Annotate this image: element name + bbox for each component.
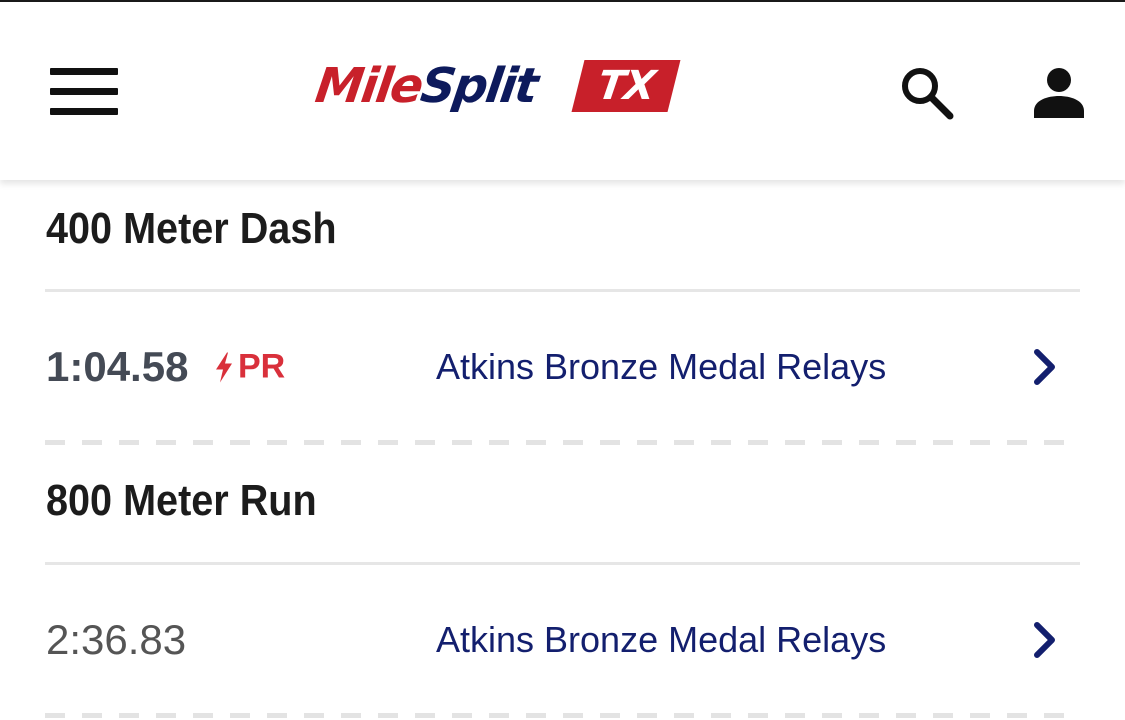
- menu-bar: [50, 88, 118, 95]
- result-row[interactable]: 2:36.83 Atkins Bronze Medal Relays: [0, 565, 1125, 715]
- lightning-bolt-icon: [216, 352, 232, 382]
- account-button[interactable]: [1030, 66, 1088, 120]
- search-button[interactable]: [898, 64, 956, 122]
- event-title: 400 Meter Dash: [46, 204, 337, 253]
- search-icon: [902, 68, 954, 120]
- chevron-right-icon: [1034, 349, 1055, 385]
- logo-state-badge: TX: [571, 60, 681, 112]
- menu-bar: [50, 108, 118, 115]
- meet-link[interactable]: Atkins Bronze Medal Relays: [436, 346, 886, 388]
- menu-bar: [50, 68, 118, 75]
- dashed-divider: [45, 440, 1080, 445]
- pr-badge: PR: [214, 348, 285, 387]
- result-mark: 1:04.58: [46, 343, 189, 390]
- menu-button[interactable]: [48, 66, 120, 118]
- result-mark: 2:36.83: [46, 616, 187, 663]
- user-icon: [1034, 68, 1084, 118]
- results-list: 400 Meter Dash 1:04.58 PR Atkins Bronze …: [0, 180, 1125, 720]
- event-title: 800 Meter Run: [46, 476, 317, 525]
- site-logo[interactable]: MileSplit TX: [312, 56, 681, 128]
- meet-link[interactable]: Atkins Bronze Medal Relays: [436, 619, 886, 661]
- pr-label: PR: [238, 347, 286, 386]
- chevron-right-icon: [1034, 622, 1055, 658]
- logo-wordmark: MileSplit: [312, 58, 540, 114]
- result-row[interactable]: 1:04.58 PR Atkins Bronze Medal Relays: [0, 292, 1125, 442]
- dashed-divider: [45, 713, 1080, 718]
- site-header: MileSplit TX: [0, 2, 1125, 180]
